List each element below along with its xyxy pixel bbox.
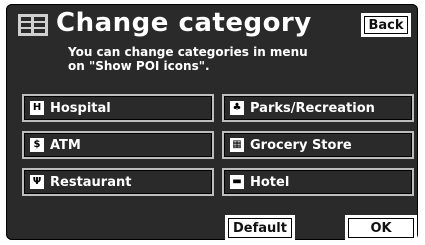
- atm-icon: $: [30, 138, 44, 152]
- category-hotel-button[interactable]: ▬ Hotel: [222, 168, 414, 196]
- hospital-icon: H: [30, 101, 44, 115]
- default-button[interactable]: Default: [225, 215, 295, 241]
- restaurant-icon: Ψ: [30, 175, 44, 189]
- category-parks-button[interactable]: ♣ Parks/Recreation: [222, 94, 414, 122]
- category-label: Restaurant: [50, 174, 132, 190]
- category-grocery-button[interactable]: ▦ Grocery Store: [222, 131, 414, 159]
- category-list-icon: [18, 14, 48, 36]
- grocery-icon: ▦: [230, 138, 244, 152]
- change-category-screen: Change category Back You can change cate…: [6, 4, 418, 241]
- park-icon: ♣: [230, 101, 244, 115]
- category-label: Hospital: [50, 100, 111, 116]
- instruction-text: You can change categories in menu on "Sh…: [68, 45, 308, 73]
- category-label: Grocery Store: [250, 137, 352, 153]
- page-title: Change category: [56, 8, 312, 38]
- hotel-icon: ▬: [230, 175, 244, 189]
- category-label: Parks/Recreation: [250, 100, 375, 116]
- category-hospital-button[interactable]: H Hospital: [22, 94, 214, 122]
- ok-button[interactable]: OK: [345, 215, 417, 241]
- category-atm-button[interactable]: $ ATM: [22, 131, 214, 159]
- back-button[interactable]: Back: [361, 13, 411, 37]
- category-label: Hotel: [250, 174, 290, 190]
- category-restaurant-button[interactable]: Ψ Restaurant: [22, 168, 214, 196]
- category-label: ATM: [50, 137, 81, 153]
